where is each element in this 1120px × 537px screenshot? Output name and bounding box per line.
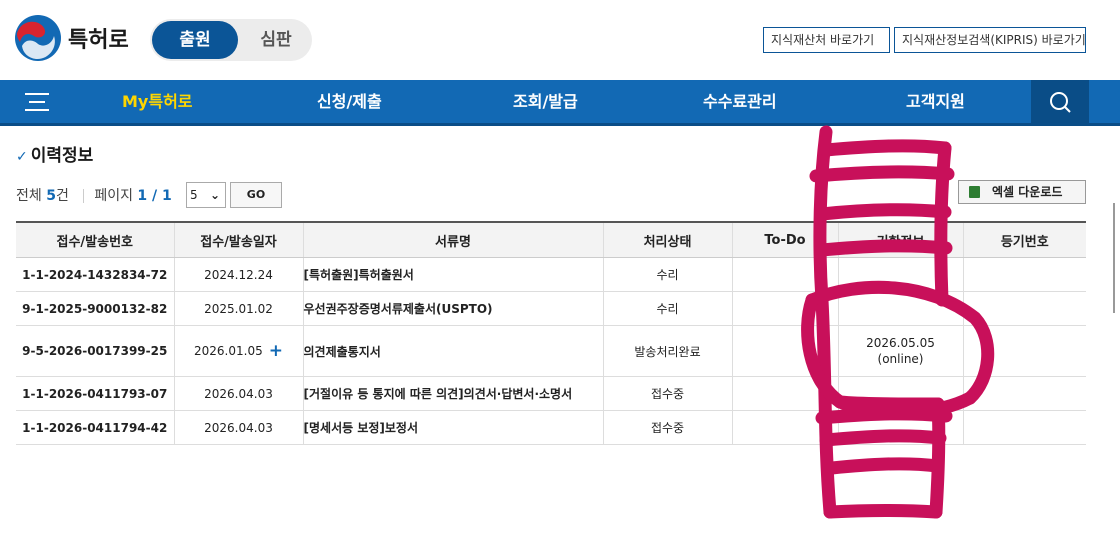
result-summary: 전체 5건 페이지 1 / 1 bbox=[16, 183, 172, 209]
nav-item-fee-management[interactable]: 수수료관리 bbox=[703, 80, 777, 126]
total-count: 5 bbox=[46, 188, 56, 204]
page-title: ✓ 이력정보 bbox=[16, 141, 93, 166]
page-separator: / bbox=[147, 188, 163, 204]
header-registered-no[interactable]: 등기번호 bbox=[962, 221, 1086, 258]
go-button[interactable]: GO bbox=[230, 182, 282, 208]
page-scrollbar[interactable] bbox=[1113, 203, 1115, 313]
nav-item-apply-submit[interactable]: 신청/제출 bbox=[317, 80, 382, 126]
cell-document-name[interactable]: [거절이유 등 통지에 따른 의견]의견서·답변서·소명서 bbox=[302, 376, 603, 411]
excel-icon bbox=[969, 186, 980, 198]
total-label: 전체 bbox=[16, 188, 42, 204]
table-row[interactable]: 9-1-2025-9000132-82 2025.01.02 우선권주장증명서류… bbox=[16, 291, 1086, 326]
mode-toggle: 출원 심판 bbox=[150, 19, 312, 61]
cell-todo bbox=[731, 291, 838, 326]
cell-receipt-no[interactable]: 1-1-2024-1432834-72 bbox=[16, 257, 174, 292]
nav-item-inquiry-issue[interactable]: 조회/발급 bbox=[513, 80, 578, 126]
header-status[interactable]: 처리상태 bbox=[602, 221, 732, 258]
cell-status: 발송처리완료 bbox=[602, 325, 732, 377]
cell-todo bbox=[731, 257, 838, 292]
table-row[interactable]: 1-1-2026-0411794-42 2026.04.03 [명세서등 보정]… bbox=[16, 410, 1086, 445]
chevron-down-icon: ⌄ bbox=[209, 188, 220, 202]
summary-divider bbox=[83, 189, 85, 203]
page-size-value: 5 bbox=[190, 188, 198, 202]
header-document-name[interactable]: 서류명 bbox=[302, 221, 603, 258]
page-size-select[interactable]: 5 ⌄ bbox=[186, 182, 226, 208]
kipris-link-button[interactable]: 지식재산정보검색(KIPRIS) 바로가기 bbox=[894, 27, 1086, 53]
government-emblem-logo[interactable] bbox=[14, 14, 62, 62]
cell-date: 2026.04.03 bbox=[173, 376, 303, 411]
cell-date: 2026.01.05 + bbox=[173, 325, 303, 377]
nav-item-my-patent[interactable]: My특허로 bbox=[122, 80, 193, 126]
cell-document-name[interactable]: [명세서등 보정]보정서 bbox=[302, 410, 603, 445]
cell-deadline bbox=[837, 257, 963, 292]
title-pencil-icon: ✓ bbox=[16, 149, 28, 165]
cell-todo bbox=[731, 325, 838, 377]
header-receipt-date[interactable]: 접수/발송일자 bbox=[173, 221, 303, 258]
cell-todo bbox=[731, 410, 838, 445]
cell-receipt-no[interactable]: 1-1-2026-0411794-42 bbox=[16, 410, 174, 445]
top-header: 특허로 출원 심판 지식재산처 바로가기 지식재산정보검색(KIPRIS) 바로… bbox=[0, 0, 1120, 80]
cell-receipt-no[interactable]: 9-5-2026-0017399-25 bbox=[16, 325, 174, 377]
page-current: 1 bbox=[137, 188, 148, 204]
hamburger-menu-icon[interactable] bbox=[24, 91, 50, 113]
mode-apply-button[interactable]: 출원 bbox=[152, 21, 238, 59]
cell-document-name[interactable]: 우선권주장증명서류제출서(USPTO) bbox=[302, 291, 603, 326]
history-table: 접수/발송번호 접수/발송일자 서류명 처리상태 To-Do 기한정보 등기번호… bbox=[16, 221, 1086, 445]
excel-download-label: 엑셀 다운로드 bbox=[992, 185, 1063, 199]
cell-registered-no bbox=[962, 325, 1086, 377]
main-nav: My특허로 신청/제출 조회/발급 수수료관리 고객지원 bbox=[0, 80, 1120, 126]
cell-deadline bbox=[837, 291, 963, 326]
ipo-link-button[interactable]: 지식재산처 바로가기 bbox=[763, 27, 890, 53]
cell-deadline bbox=[837, 376, 963, 411]
nav-item-customer-support[interactable]: 고객지원 bbox=[906, 80, 965, 126]
page-title-text: 이력정보 bbox=[30, 146, 94, 166]
table-header-row: 접수/발송번호 접수/발송일자 서류명 처리상태 To-Do 기한정보 등기번호 bbox=[16, 221, 1086, 258]
cell-document-name[interactable]: [특허출원]특허출원서 bbox=[302, 257, 603, 292]
brand-title[interactable]: 특허로 bbox=[68, 22, 129, 54]
cell-registered-no bbox=[962, 410, 1086, 445]
table-row[interactable]: 1-1-2024-1432834-72 2024.12.24 [특허출원]특허출… bbox=[16, 257, 1086, 292]
page-total: 1 bbox=[162, 188, 172, 204]
search-button[interactable] bbox=[1031, 80, 1089, 126]
page-label: 페이지 bbox=[94, 188, 133, 204]
cell-deadline bbox=[837, 410, 963, 445]
cell-todo bbox=[731, 376, 838, 411]
cell-registered-no bbox=[962, 291, 1086, 326]
excel-download-button[interactable]: 엑셀 다운로드 bbox=[958, 180, 1086, 204]
cell-document-name[interactable]: 의견제출통지서 bbox=[302, 325, 603, 377]
cell-registered-no bbox=[962, 257, 1086, 292]
deadline-date: 2026.05.05 bbox=[866, 336, 935, 350]
plus-icon[interactable]: + bbox=[269, 341, 283, 361]
cell-date: 2025.01.02 bbox=[173, 291, 303, 326]
total-unit: 건 bbox=[55, 188, 69, 204]
header-todo[interactable]: To-Do bbox=[731, 221, 838, 258]
cell-date: 2024.12.24 bbox=[173, 257, 303, 292]
header-receipt-no[interactable]: 접수/발송번호 bbox=[16, 221, 174, 258]
cell-deadline: 2026.05.05 (online) bbox=[837, 325, 963, 377]
cell-status: 수리 bbox=[602, 291, 732, 326]
search-icon bbox=[1050, 92, 1071, 113]
cell-receipt-no[interactable]: 9-1-2025-9000132-82 bbox=[16, 291, 174, 326]
cell-status: 접수중 bbox=[602, 376, 732, 411]
cell-date-text: 2026.01.05 bbox=[194, 344, 263, 358]
deadline-channel: (online) bbox=[877, 352, 924, 366]
cell-status: 접수중 bbox=[602, 410, 732, 445]
table-row[interactable]: 1-1-2026-0411793-07 2026.04.03 [거절이유 등 통… bbox=[16, 376, 1086, 411]
table-row[interactable]: 9-5-2026-0017399-25 2026.01.05 + 의견제출통지서 … bbox=[16, 325, 1086, 377]
cell-status: 수리 bbox=[602, 257, 732, 292]
cell-registered-no bbox=[962, 376, 1086, 411]
cell-receipt-no[interactable]: 1-1-2026-0411793-07 bbox=[16, 376, 174, 411]
cell-date: 2026.04.03 bbox=[173, 410, 303, 445]
mode-trial-button[interactable]: 심판 bbox=[242, 21, 310, 59]
header-deadline[interactable]: 기한정보 bbox=[837, 221, 963, 258]
